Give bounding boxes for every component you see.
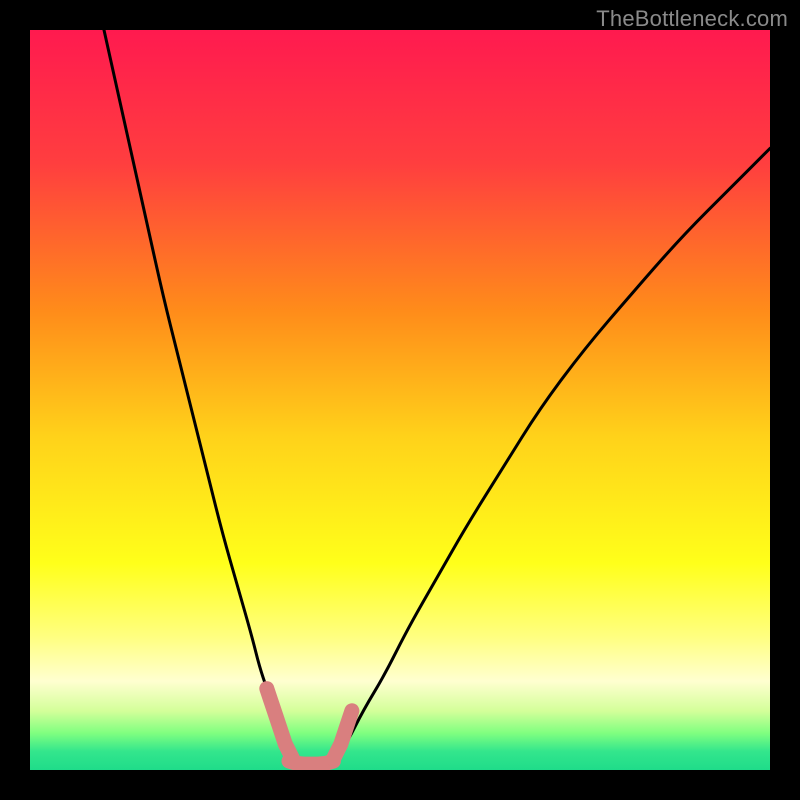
left-curve: [104, 30, 296, 763]
right-curve: [333, 148, 770, 762]
plot-area: [30, 30, 770, 770]
marker-right-ascent: [333, 711, 352, 759]
curves-layer: [30, 30, 770, 770]
watermark-text: TheBottleneck.com: [596, 6, 788, 32]
chart-frame: TheBottleneck.com: [0, 0, 800, 800]
marker-left-descent: [267, 689, 293, 759]
